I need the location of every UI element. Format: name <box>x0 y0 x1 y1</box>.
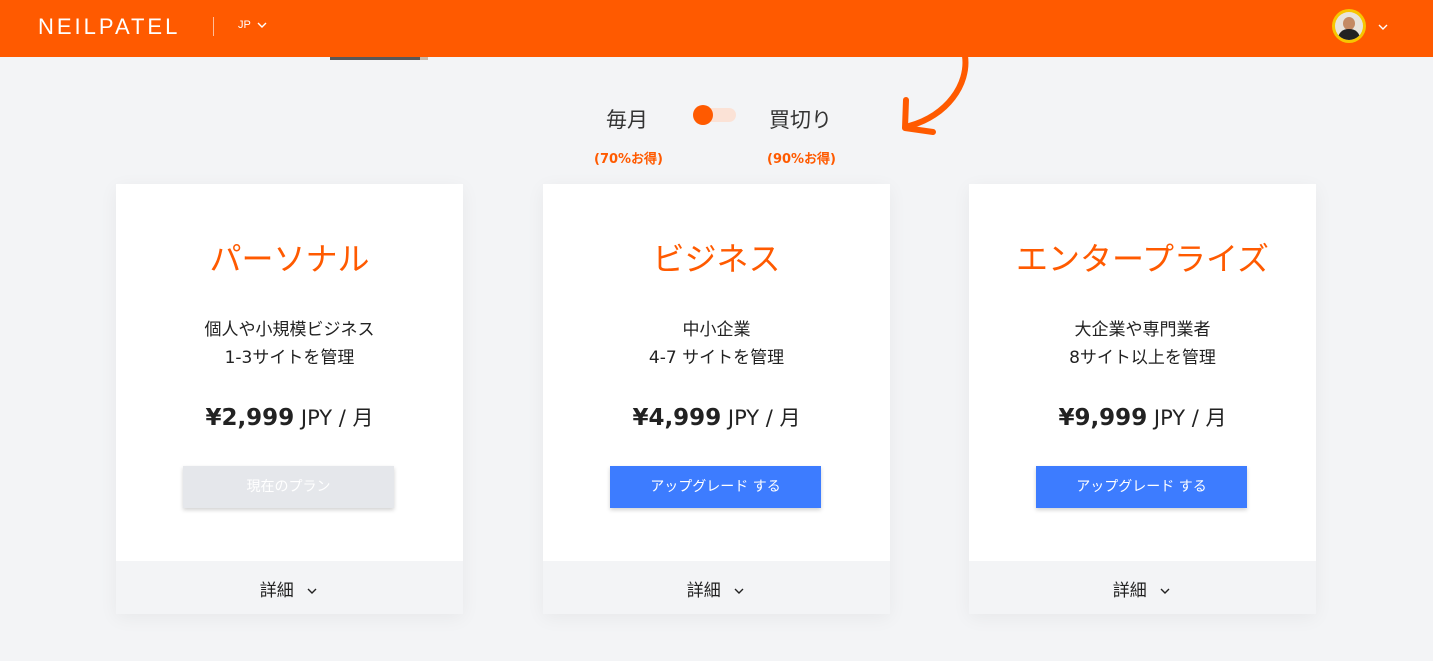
billing-option-monthly[interactable]: 毎月 <box>606 104 648 134</box>
plan-card-personal: パーソナル 個人や小規模ビジネス 1-3サイトを管理 ¥2,999 JPY / … <box>116 184 463 614</box>
plan-card-business: ビジネス 中小企業 4-7 サイトを管理 ¥4,999 JPY / 月 アップグ… <box>543 184 890 614</box>
avatar[interactable] <box>1332 9 1366 43</box>
chevron-down-icon <box>734 588 744 594</box>
site-logo[interactable]: NEILPATEL <box>38 14 180 40</box>
chevron-down-icon[interactable] <box>255 18 269 32</box>
plan-price: ¥9,999 JPY / 月 <box>969 402 1316 432</box>
plan-title: ビジネス <box>652 240 781 278</box>
plan-description-line: 8サイト以上を管理 <box>1069 348 1216 368</box>
avatar-photo <box>1335 12 1363 40</box>
plan-description-line: 中小企業 <box>682 320 751 340</box>
details-label: 詳細 <box>1112 581 1147 601</box>
plan-description-line: 大企業や専門業者 <box>1074 320 1211 340</box>
upgrade-button[interactable]: アップグレード する <box>610 466 821 508</box>
upgrade-button[interactable]: アップグレード する <box>1036 466 1247 508</box>
billing-option-lifetime[interactable]: 買切り <box>769 104 832 134</box>
curved-arrow-icon <box>902 53 969 135</box>
chevron-down-icon[interactable] <box>1376 20 1390 34</box>
lifetime-discount-label: (90%お得) <box>767 152 836 167</box>
price-unit: JPY / 月 <box>1153 406 1227 430</box>
plan-description: 個人や小規模ビジネス 1-3サイトを管理 <box>116 316 463 372</box>
price-unit: JPY / 月 <box>727 406 801 430</box>
details-toggle[interactable]: 詳細 <box>260 576 319 601</box>
price-amount: ¥9,999 <box>1058 405 1148 431</box>
avatar-body <box>1338 29 1360 40</box>
plan-card-enterprise: エンタープライズ 大企業や専門業者 8サイト以上を管理 ¥9,999 JPY /… <box>969 184 1316 614</box>
plan-description-line: 個人や小規模ビジネス <box>204 320 375 340</box>
plan-footer: 詳細 <box>543 561 890 614</box>
details-label: 詳細 <box>259 581 294 601</box>
details-label: 詳細 <box>686 581 721 601</box>
plan-title: エンタープライズ <box>1015 240 1270 278</box>
top-navigation-bar: NEILPATEL JP <box>0 0 1433 57</box>
hero-image-edge <box>330 57 428 60</box>
hero-image-edge-accent <box>420 57 428 60</box>
billing-toggle-knob[interactable] <box>693 105 713 125</box>
plan-description-line: 4-7 サイトを管理 <box>648 348 785 368</box>
plan-title: パーソナル <box>209 240 370 278</box>
plan-footer: 詳細 <box>116 561 463 614</box>
price-amount: ¥4,999 <box>632 405 722 431</box>
plan-price: ¥2,999 JPY / 月 <box>116 402 463 432</box>
price-amount: ¥2,999 <box>205 405 295 431</box>
header-divider <box>213 17 214 36</box>
chevron-down-icon <box>307 588 317 594</box>
plan-footer: 詳細 <box>969 561 1316 614</box>
language-selector-label[interactable]: JP <box>238 19 251 31</box>
plan-price: ¥4,999 JPY / 月 <box>543 402 890 432</box>
details-toggle[interactable]: 詳細 <box>1113 576 1172 601</box>
plan-description: 大企業や専門業者 8サイト以上を管理 <box>969 316 1316 372</box>
plan-description: 中小企業 4-7 サイトを管理 <box>543 316 890 372</box>
price-unit: JPY / 月 <box>300 406 374 430</box>
current-plan-button[interactable]: 現在のプラン <box>183 466 394 508</box>
monthly-discount-label: (70%お得) <box>594 152 663 167</box>
chevron-down-icon <box>1160 588 1170 594</box>
plan-description-line: 1-3サイトを管理 <box>224 348 355 368</box>
details-toggle[interactable]: 詳細 <box>687 576 746 601</box>
